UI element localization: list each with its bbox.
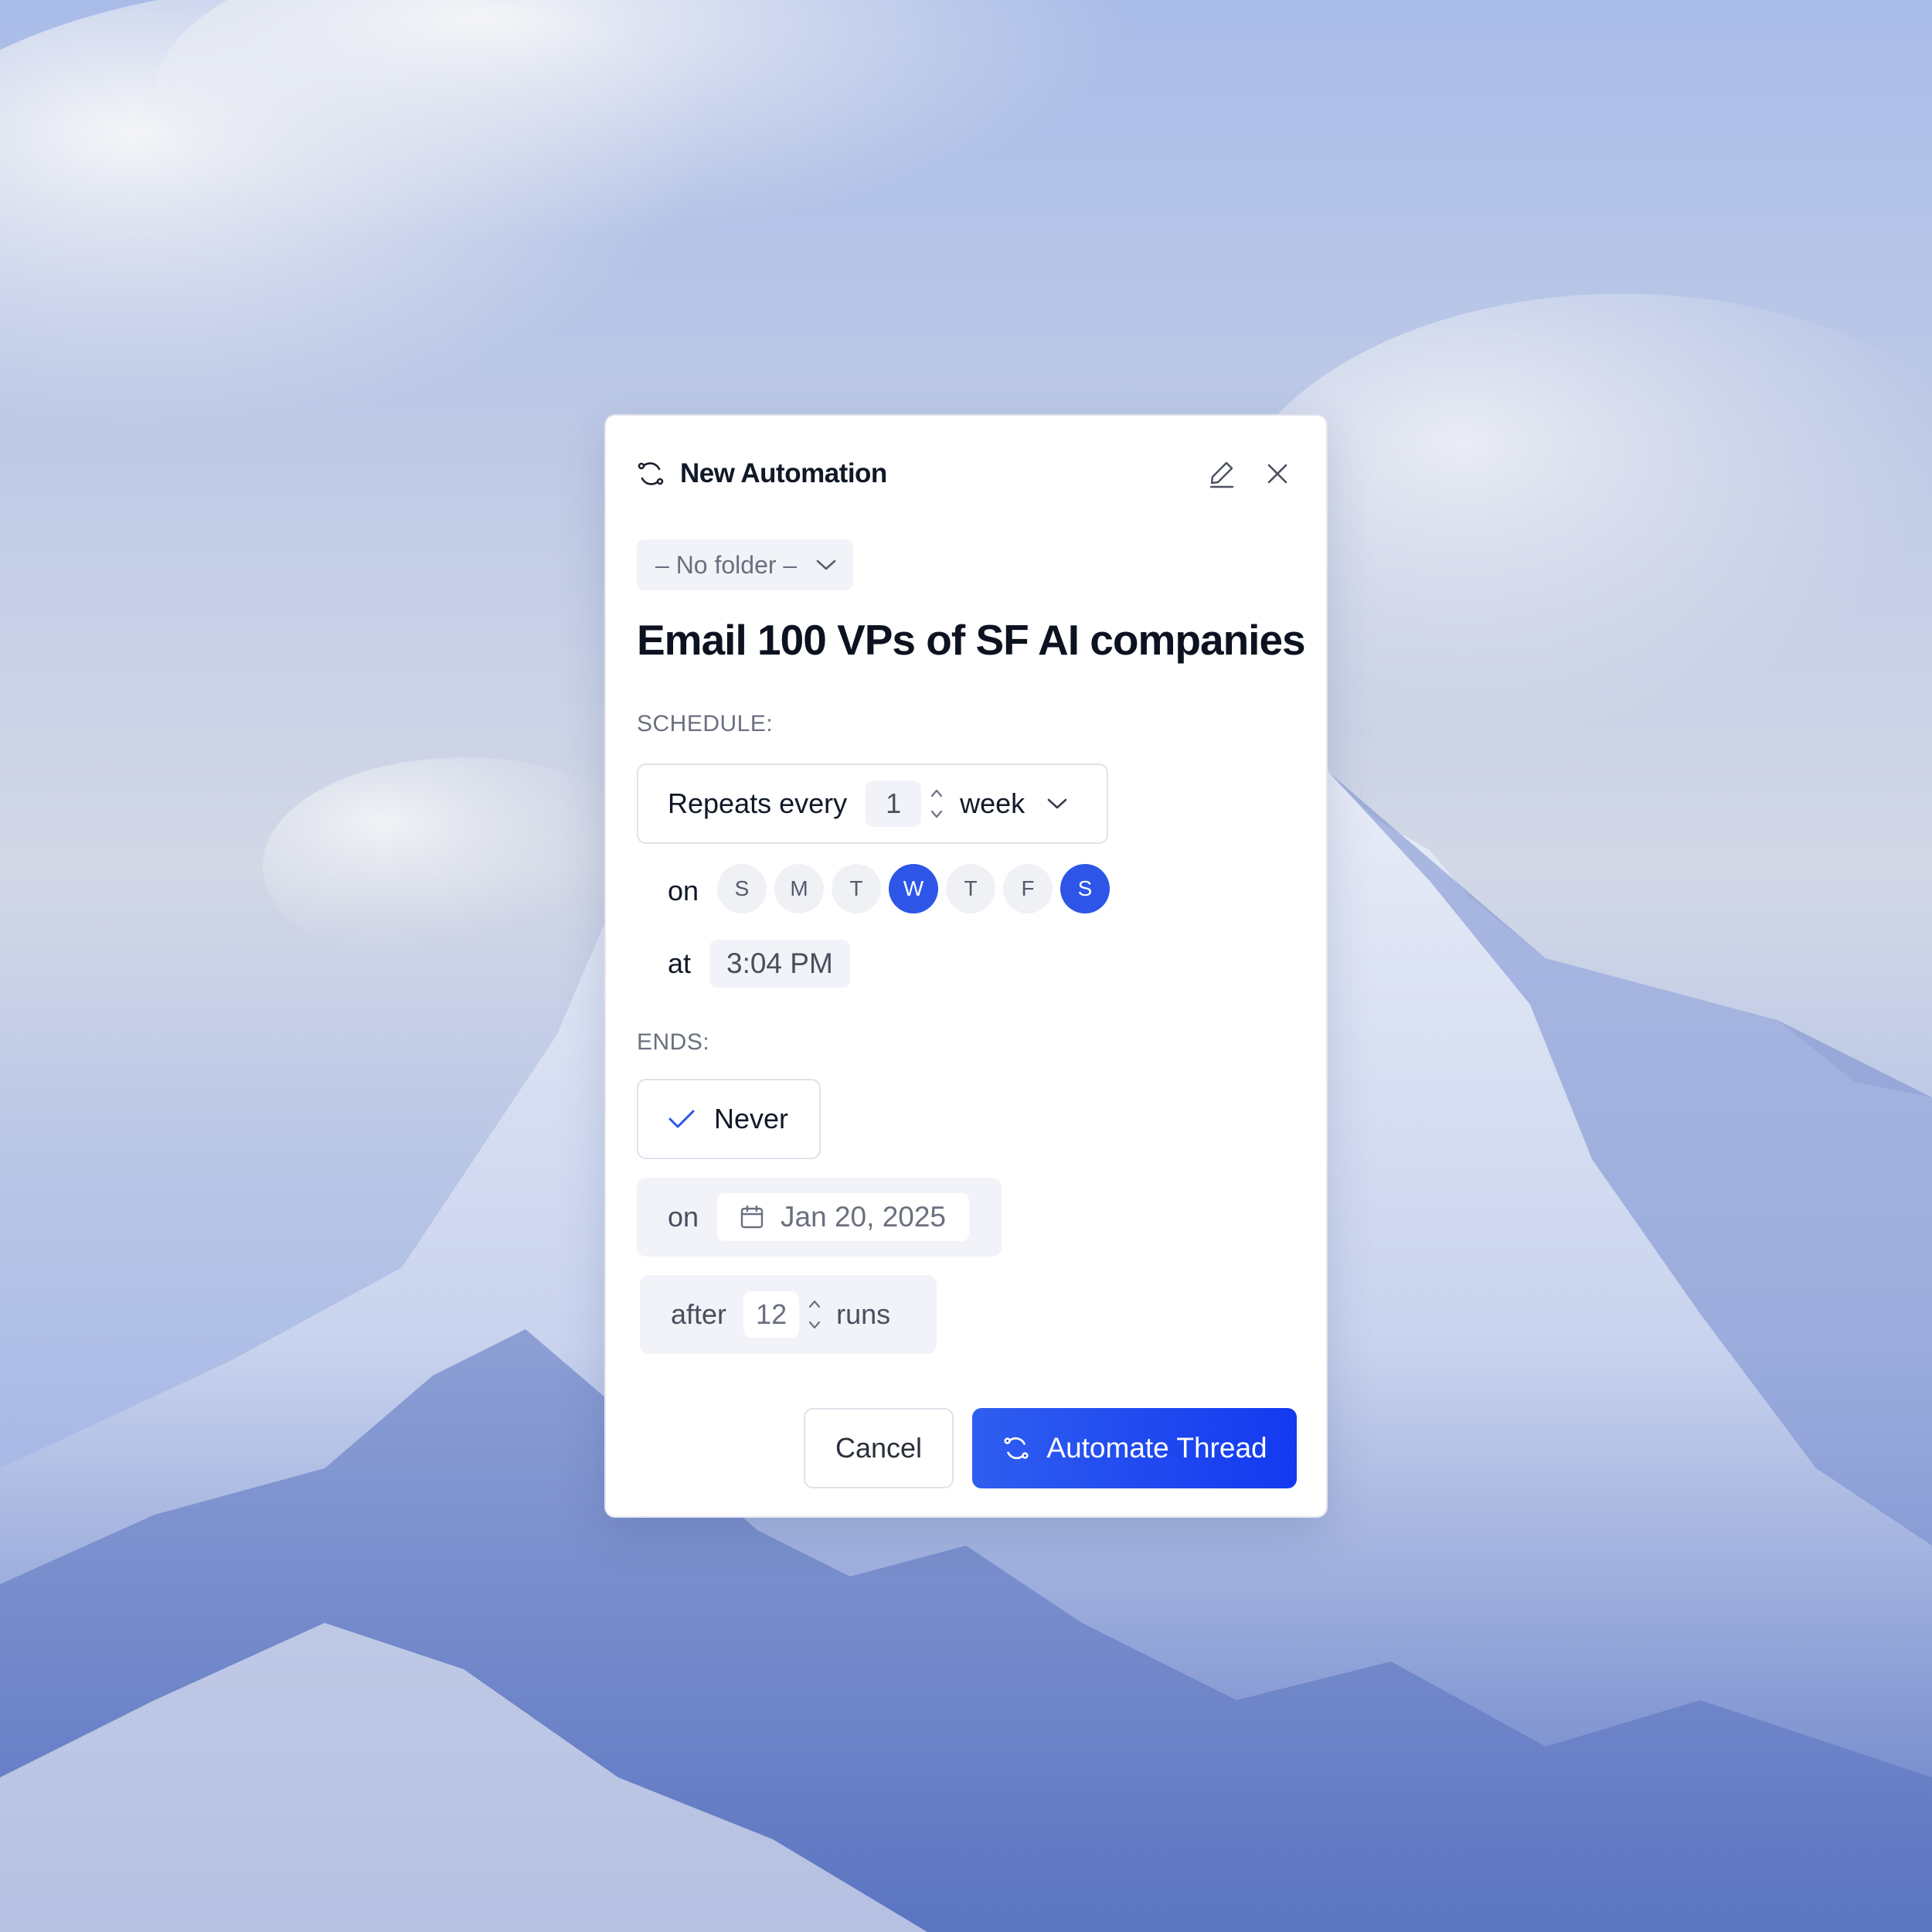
- stepper-arrows-icon: [808, 1300, 821, 1329]
- runs-count-input[interactable]: 12: [743, 1291, 800, 1338]
- interval-stepper[interactable]: [929, 787, 944, 821]
- stepper-arrows-icon: [931, 789, 943, 818]
- chevron-down-icon: [816, 560, 836, 570]
- end-date-picker[interactable]: Jan 20, 2025: [717, 1193, 970, 1241]
- time-picker[interactable]: 3:04 PM: [709, 940, 850, 988]
- interval-input[interactable]: 1: [866, 781, 922, 827]
- close-button[interactable]: [1258, 454, 1297, 493]
- days-on-label: on: [668, 875, 699, 906]
- automation-title[interactable]: Email 100 VPs of SF AI companies: [637, 615, 1306, 665]
- never-label: Never: [714, 1103, 789, 1134]
- new-automation-dialog: New Automation – No folder – Email 100 V…: [604, 414, 1328, 1518]
- repeat-interval-control: Repeats every 1 week: [637, 764, 1108, 844]
- cancel-button[interactable]: Cancel: [804, 1408, 954, 1488]
- day-sunday[interactable]: S: [717, 864, 767, 913]
- folder-dropdown[interactable]: – No folder –: [637, 539, 853, 590]
- interval-unit-value: week: [960, 787, 1026, 819]
- day-saturday[interactable]: S: [1060, 864, 1110, 913]
- chevron-down-icon: [1047, 798, 1067, 809]
- refresh-icon: [638, 462, 664, 485]
- check-icon: [668, 1110, 695, 1128]
- automate-thread-label: Automate Thread: [1046, 1432, 1267, 1464]
- end-date-value: Jan 20, 2025: [781, 1201, 947, 1233]
- ends-on-date-option[interactable]: on Jan 20, 2025: [637, 1178, 1002, 1257]
- close-icon: [1267, 464, 1287, 484]
- pencil-icon: [1209, 461, 1234, 488]
- runs-label: runs: [836, 1298, 891, 1330]
- ends-label: ENDS:: [637, 1029, 710, 1055]
- folder-selected-value: – No folder –: [655, 550, 798, 579]
- ends-after-runs-option[interactable]: after 12 runs: [640, 1275, 937, 1354]
- dialog-header: New Automation: [635, 454, 1297, 493]
- day-monday[interactable]: M: [774, 864, 824, 913]
- ends-on-label: on: [668, 1201, 699, 1233]
- refresh-icon: [1004, 1437, 1029, 1460]
- day-thursday[interactable]: T: [946, 864, 995, 913]
- ends-after-label: after: [671, 1298, 727, 1330]
- repeats-every-label: Repeats every: [668, 787, 848, 819]
- time-at-label: at: [668, 947, 692, 979]
- interval-unit-dropdown[interactable]: week: [960, 787, 1068, 820]
- day-friday[interactable]: F: [1003, 864, 1053, 913]
- ends-never-option[interactable]: Never: [637, 1079, 821, 1159]
- automate-thread-button[interactable]: Automate Thread: [972, 1408, 1297, 1488]
- dialog-title: New Automation: [680, 458, 887, 488]
- day-tuesday[interactable]: T: [832, 864, 881, 913]
- edit-button[interactable]: [1202, 454, 1241, 493]
- weekday-selector: S M T W T F S: [717, 864, 1117, 913]
- schedule-label: SCHEDULE:: [637, 711, 774, 736]
- calendar-icon: [740, 1205, 764, 1229]
- runs-stepper[interactable]: [807, 1298, 822, 1332]
- day-wednesday[interactable]: W: [889, 864, 938, 913]
